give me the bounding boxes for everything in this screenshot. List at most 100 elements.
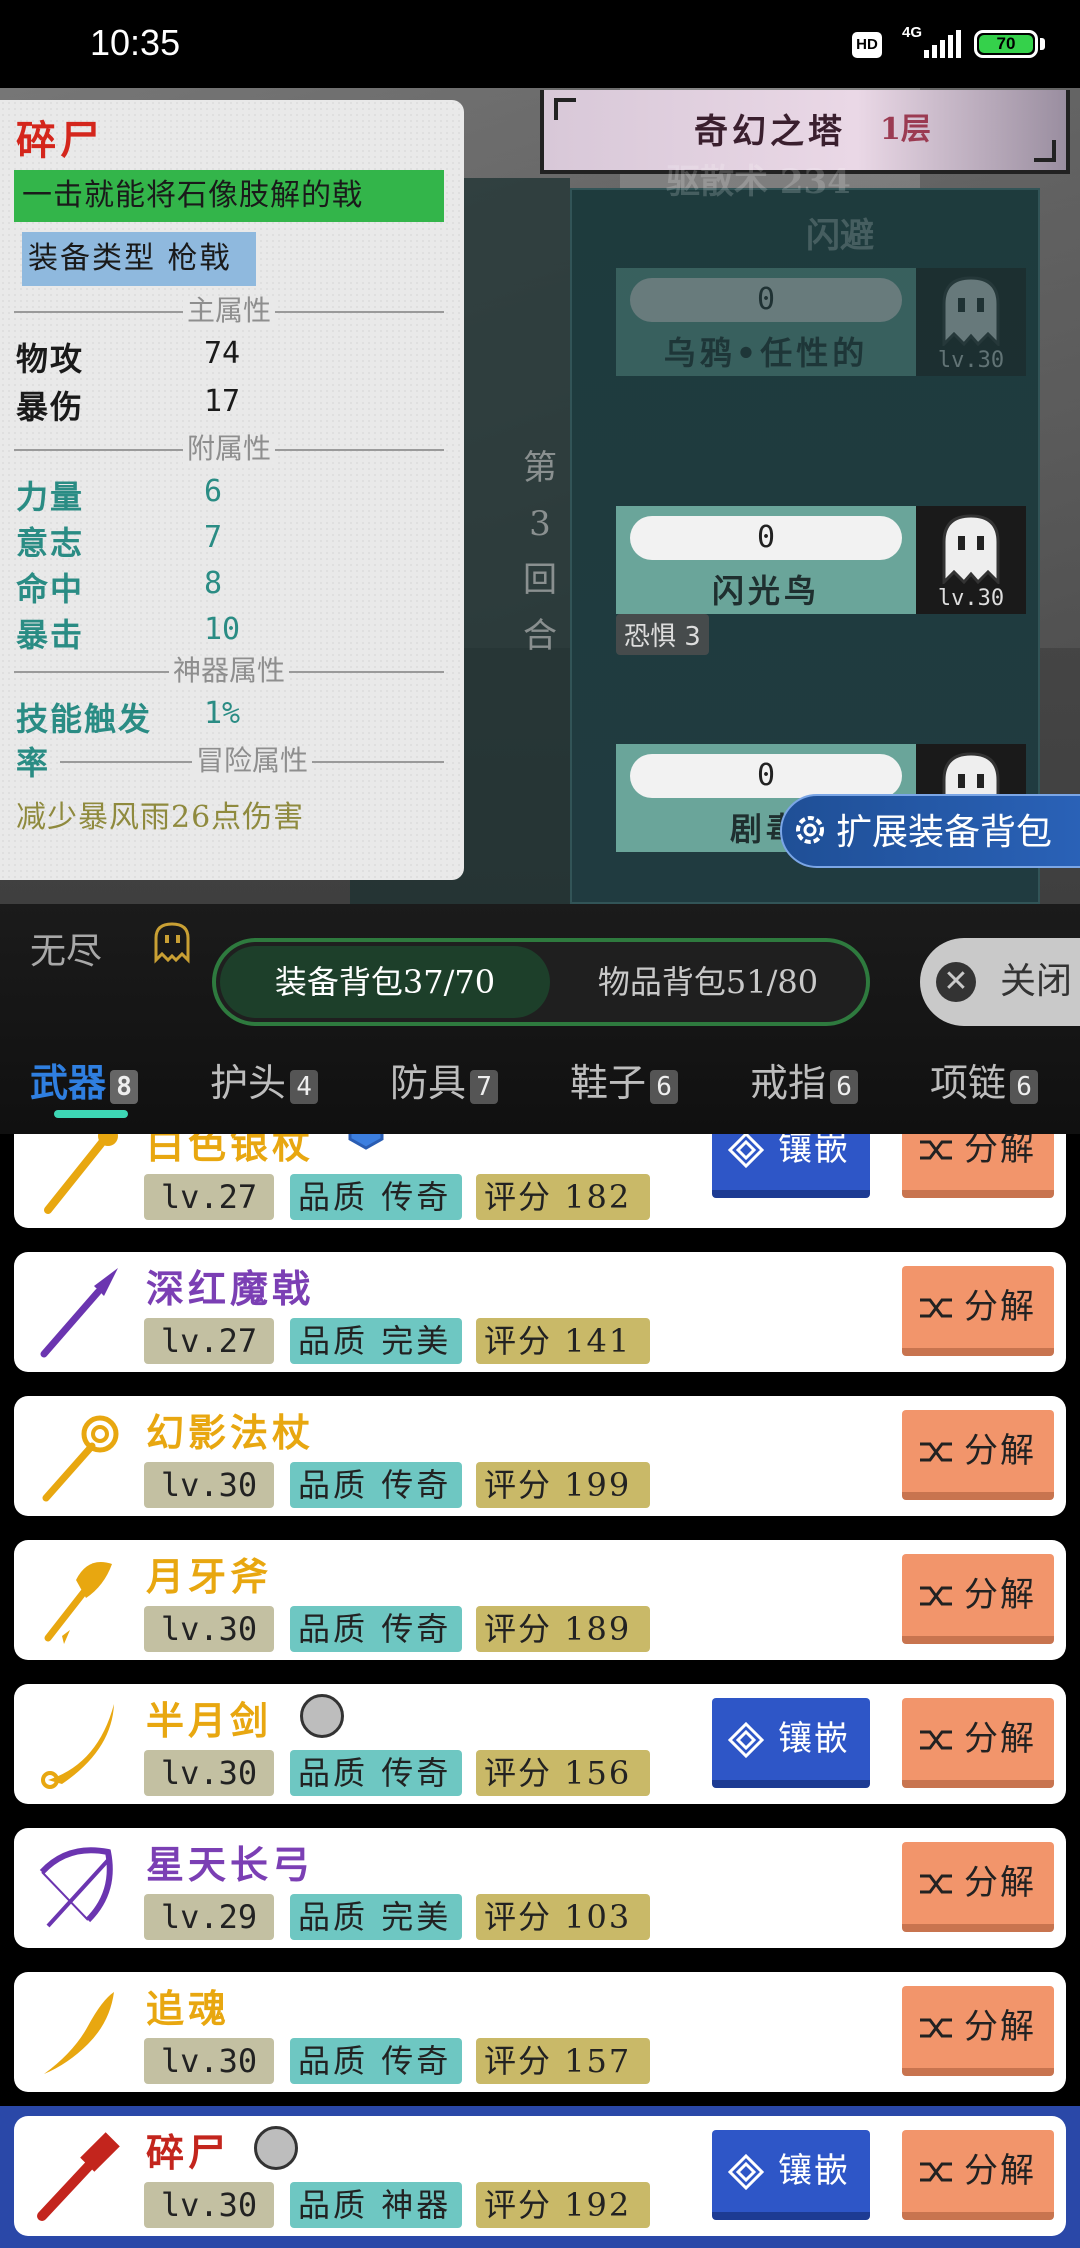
decompose-button[interactable]: 分解 — [902, 1554, 1054, 1644]
item-name: 白色银杖 — [146, 1134, 315, 1167]
magic-staff-icon — [42, 1415, 119, 1502]
tab-equipment-bag[interactable]: 装备背包37/70 — [220, 946, 550, 1018]
tooltip-item-name: 碎尸 — [16, 117, 104, 164]
tower-title: 奇幻之塔 — [694, 112, 846, 152]
empty-gem-slot — [254, 2126, 298, 2170]
list-item[interactable]: 星天长弓 lv.29 品质 完美 评分 103 分解 — [14, 1828, 1066, 1948]
list-item[interactable]: 月牙斧 lv.30 品质 传奇 评分 189 分解 — [14, 1540, 1066, 1660]
battle-scene: 奇幻之塔 1层 驱散术 234 闪避 0 乌鸦•任性的 lv.30 第3 回合 … — [0, 88, 1080, 904]
section-sub: 附属性 — [14, 434, 444, 464]
shuffle-icon — [920, 1586, 952, 1606]
list-item[interactable]: 白色银杖 lv.27 品质 传奇 评分 182 镶嵌 分解 — [14, 1134, 1066, 1228]
stat-value: 6 — [204, 474, 223, 509]
item-tooltip: 碎尸 一击就能将石像肢解的戟 装备类型 枪戟 主属性 物攻 74 暴伤 17 附… — [0, 100, 464, 880]
shuffle-icon — [920, 2018, 952, 2038]
stat-label: 技能触发 — [16, 700, 153, 738]
faded-skill-text: 驱散术 234 — [666, 162, 851, 202]
shuffle-icon — [920, 1140, 952, 1160]
network-type: 4G — [902, 24, 923, 41]
list-item[interactable]: 追魂 lv.30 品质 传奇 评分 157 分解 — [14, 1972, 1066, 2092]
item-quality: 品质 神器 — [290, 2182, 462, 2228]
decompose-button[interactable]: 分解 — [902, 1410, 1054, 1500]
list-item[interactable]: 深红魔戟 lv.27 品质 完美 评分 141 分解 — [14, 1252, 1066, 1372]
list-item-selected[interactable]: 碎尸 lv.30 品质 神器 评分 192 镶嵌 分解 — [14, 2116, 1066, 2236]
tab-weapon[interactable]: 武器 8 — [30, 1052, 139, 1112]
item-score: 评分 156 — [476, 1750, 650, 1796]
decompose-button[interactable]: 分解 — [902, 1842, 1054, 1932]
item-name: 半月剑 — [146, 1698, 273, 1743]
stat-value: 1% — [204, 696, 241, 731]
enemy-card-faded: 0 乌鸦•任性的 lv.30 — [616, 268, 1026, 376]
enemy-hp: 0 — [630, 278, 902, 322]
list-item[interactable]: 幻影法杖 lv.30 品质 传奇 评分 199 分解 — [14, 1396, 1066, 1516]
item-score: 评分 189 — [476, 1606, 650, 1652]
item-quality: 品质 传奇 — [290, 1750, 462, 1796]
inlay-button[interactable]: 镶嵌 — [712, 2130, 870, 2220]
status-bar: 10:35 HD 4G 70 — [0, 0, 1080, 88]
item-name: 幻影法杖 — [146, 1410, 315, 1455]
item-quality: 品质 传奇 — [290, 1462, 462, 1508]
item-score: 评分 199 — [476, 1462, 650, 1508]
list-item[interactable]: 半月剑 lv.30 品质 传奇 评分 156 镶嵌 分解 — [14, 1684, 1066, 1804]
enemy-hp: 0 — [630, 754, 902, 798]
diamond-icon — [728, 2154, 764, 2190]
battery-icon: 70 — [974, 30, 1080, 60]
enemy-level: lv.30 — [937, 348, 1005, 373]
inlay-button[interactable]: 镶嵌 — [712, 1698, 870, 1788]
enemy-card[interactable]: 0 闪光鸟 lv.30 — [616, 506, 1026, 614]
close-icon: ✕ — [936, 962, 976, 1002]
item-quality: 品质 完美 — [290, 1318, 462, 1364]
decompose-button[interactable]: 分解 — [902, 2130, 1054, 2220]
tab-item-bag[interactable]: 物品背包51/80 — [550, 946, 866, 1018]
crescent-sword-icon — [41, 1704, 114, 1789]
ghost-icon — [942, 514, 1000, 584]
stat-label: 意志 — [16, 524, 85, 562]
inlay-button[interactable]: 镶嵌 — [712, 1134, 870, 1198]
blade-icon — [44, 1992, 114, 2074]
item-level: lv.30 — [144, 1606, 274, 1652]
item-score: 评分 192 — [476, 2182, 650, 2228]
item-name: 深红魔戟 — [146, 1266, 315, 1311]
item-score: 评分 103 — [476, 1894, 650, 1940]
ghost-icon — [154, 922, 190, 964]
shuffle-icon — [920, 1730, 952, 1750]
tab-armor[interactable]: 防具 7 — [390, 1052, 499, 1112]
endless-label[interactable]: 无尽 — [30, 922, 102, 974]
enemy-name: 乌鸦•任性的 — [663, 334, 869, 372]
battery-level: 70 — [979, 35, 1033, 53]
stat-value: 7 — [204, 520, 223, 555]
spear-icon — [40, 1268, 118, 1358]
tab-necklace[interactable]: 项链 6 — [930, 1052, 1039, 1112]
shuffle-icon — [920, 1298, 952, 1318]
diamond-icon — [728, 1134, 764, 1168]
stat-label: 暴击 — [16, 616, 85, 654]
enemy-hp: 0 — [630, 516, 902, 560]
decompose-button[interactable]: 分解 — [902, 1266, 1054, 1356]
tab-ring[interactable]: 戒指 6 — [750, 1052, 859, 1112]
tower-floor: 1层 — [880, 112, 931, 147]
close-button[interactable]: ✕ 关闭 — [920, 938, 1080, 1026]
tooltip-equip-type: 装备类型 枪戟 — [22, 232, 256, 286]
section-artifact: 神器属性 — [14, 656, 444, 686]
shuffle-icon — [920, 2162, 952, 2182]
tab-shoes[interactable]: 鞋子 6 — [570, 1052, 679, 1112]
item-name: 星天长弓 — [146, 1842, 315, 1887]
close-label: 关闭 — [1000, 961, 1073, 1002]
stat-label: 命中 — [16, 570, 85, 608]
decompose-button[interactable]: 分解 — [902, 1698, 1054, 1788]
active-tab-indicator — [54, 1110, 128, 1118]
equipment-list[interactable]: 白色银杖 lv.27 品质 传奇 评分 182 镶嵌 分解 深红魔戟 lv.27… — [0, 1134, 1080, 2248]
staff-icon — [44, 1134, 118, 1214]
decompose-button[interactable]: 分解 — [902, 1986, 1054, 2076]
stat-value: 74 — [204, 336, 241, 371]
item-score: 评分 141 — [476, 1318, 650, 1364]
item-level: lv.30 — [144, 1750, 274, 1796]
signal-icon — [924, 30, 961, 58]
stat-label: 暴伤 — [16, 388, 85, 426]
tab-helmet[interactable]: 护头 4 — [210, 1052, 319, 1112]
item-level: lv.30 — [144, 2038, 274, 2084]
item-score: 评分 182 — [476, 1174, 650, 1220]
stat-value: 10 — [204, 612, 241, 647]
decompose-button[interactable]: 分解 — [902, 1134, 1054, 1198]
enemy-name: 闪光鸟 — [711, 572, 820, 610]
